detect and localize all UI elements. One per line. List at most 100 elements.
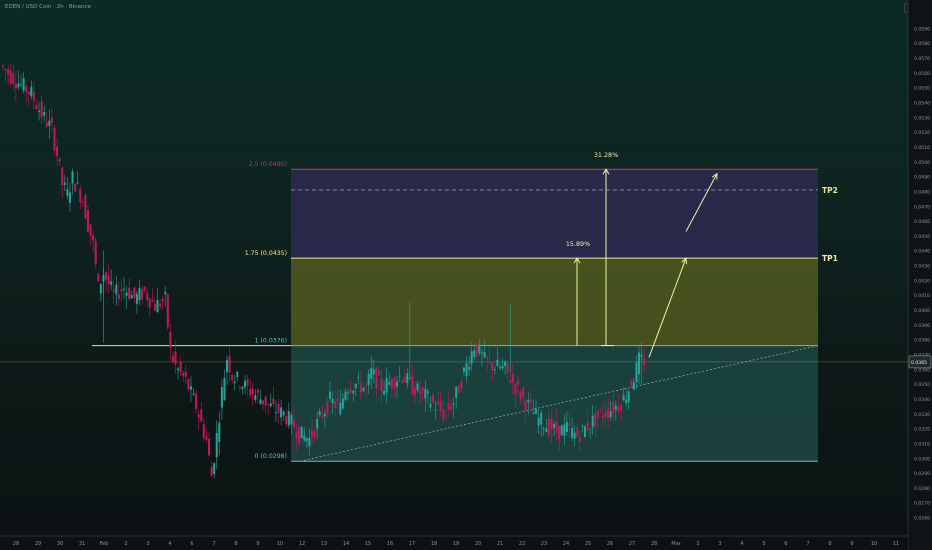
candle-body[interactable]: [182, 372, 185, 377]
candle-body[interactable]: [367, 373, 370, 385]
candle-body[interactable]: [535, 409, 538, 414]
candle-body[interactable]: [313, 430, 316, 438]
candle-body[interactable]: [638, 352, 641, 374]
candle-body[interactable]: [308, 437, 311, 447]
candle-body[interactable]: [408, 377, 411, 379]
candle-body[interactable]: [609, 411, 612, 418]
candle-body[interactable]: [470, 351, 473, 364]
candle-body[interactable]: [411, 375, 414, 395]
candle-body[interactable]: [388, 382, 391, 385]
candle-body[interactable]: [432, 394, 435, 403]
candle-body[interactable]: [66, 189, 69, 196]
candle-body[interactable]: [179, 361, 182, 372]
candle-body[interactable]: [316, 418, 319, 429]
candle-body[interactable]: [210, 467, 213, 477]
candle-body[interactable]: [553, 423, 556, 428]
candle-body[interactable]: [347, 392, 350, 394]
candle-body[interactable]: [84, 195, 87, 219]
candle-body[interactable]: [256, 389, 259, 394]
candle-body[interactable]: [159, 303, 162, 307]
candle-body[interactable]: [99, 283, 102, 294]
candle-body[interactable]: [496, 359, 499, 367]
candle-body[interactable]: [527, 399, 530, 403]
candle-body[interactable]: [501, 365, 504, 369]
candle-body[interactable]: [251, 388, 254, 395]
candle-body[interactable]: [267, 403, 270, 405]
candle-body[interactable]: [303, 435, 306, 441]
candle-body[interactable]: [542, 428, 545, 430]
candle-body[interactable]: [110, 281, 113, 285]
candle-body[interactable]: [630, 380, 633, 387]
candle-body[interactable]: [107, 275, 110, 285]
candle-body[interactable]: [200, 409, 203, 422]
candle-body[interactable]: [166, 294, 169, 328]
candle-body[interactable]: [153, 303, 156, 311]
candle-body[interactable]: [233, 381, 236, 384]
candle-body[interactable]: [586, 422, 589, 431]
candle-body[interactable]: [627, 391, 630, 403]
candle-body[interactable]: [244, 380, 247, 388]
candle-body[interactable]: [174, 351, 177, 365]
candle-body[interactable]: [478, 344, 481, 354]
candle-body[interactable]: [341, 398, 344, 409]
candle-body[interactable]: [617, 406, 620, 412]
candle-body[interactable]: [300, 426, 303, 439]
candle-body[interactable]: [359, 382, 362, 393]
candle-body[interactable]: [591, 415, 594, 428]
candle-body[interactable]: [635, 362, 638, 383]
candle-body[interactable]: [97, 273, 100, 282]
candle-body[interactable]: [614, 405, 617, 410]
candle-body[interactable]: [424, 389, 427, 399]
candle-body[interactable]: [138, 287, 141, 301]
candle-body[interactable]: [215, 432, 218, 458]
candle-body[interactable]: [473, 350, 476, 357]
candle-body[interactable]: [228, 355, 231, 373]
candle-body[interactable]: [390, 378, 393, 388]
candle-body[interactable]: [522, 387, 525, 397]
candle-body[interactable]: [480, 352, 483, 354]
candle-body[interactable]: [331, 398, 334, 404]
candle-body[interactable]: [92, 235, 95, 241]
candle-body[interactable]: [35, 105, 38, 109]
candle-body[interactable]: [32, 91, 35, 101]
candle-body[interactable]: [151, 299, 154, 302]
candle-body[interactable]: [517, 380, 519, 386]
candle-body[interactable]: [365, 385, 368, 386]
candle-body[interactable]: [354, 383, 357, 388]
candle-body[interactable]: [187, 379, 190, 390]
candle-body[interactable]: [326, 401, 329, 414]
candle-body[interactable]: [344, 391, 347, 400]
candle-body[interactable]: [277, 403, 280, 414]
candle-body[interactable]: [269, 403, 272, 407]
candle-body[interactable]: [125, 292, 128, 296]
candle-body[interactable]: [604, 411, 607, 417]
candle-body[interactable]: [14, 83, 17, 89]
candle-body[interactable]: [120, 288, 123, 292]
candle-body[interactable]: [9, 70, 12, 84]
candle-body[interactable]: [632, 382, 635, 390]
candle-body[interactable]: [532, 412, 535, 415]
candle-body[interactable]: [537, 417, 540, 426]
candle-body[interactable]: [509, 380, 512, 383]
candle-body[interactable]: [460, 381, 463, 389]
candle-body[interactable]: [462, 367, 465, 372]
candle-body[interactable]: [192, 393, 195, 395]
candle-body[interactable]: [171, 355, 174, 362]
candle-body[interactable]: [38, 110, 41, 113]
candle-body[interactable]: [643, 357, 646, 366]
candle-body[interactable]: [213, 463, 216, 474]
candle-body[interactable]: [429, 403, 432, 408]
candle-body[interactable]: [583, 426, 586, 437]
candle-body[interactable]: [395, 381, 398, 387]
candle-body[interactable]: [393, 378, 396, 389]
candle-body[interactable]: [311, 430, 313, 438]
candle-body[interactable]: [274, 412, 277, 414]
candle-body[interactable]: [380, 378, 383, 392]
candle-body[interactable]: [223, 377, 226, 401]
candle-body[interactable]: [56, 146, 59, 157]
candle-body[interactable]: [506, 363, 509, 372]
candle-body[interactable]: [285, 415, 288, 425]
candle-body[interactable]: [401, 380, 404, 382]
candle-body[interactable]: [547, 418, 550, 436]
candle-body[interactable]: [156, 300, 159, 313]
